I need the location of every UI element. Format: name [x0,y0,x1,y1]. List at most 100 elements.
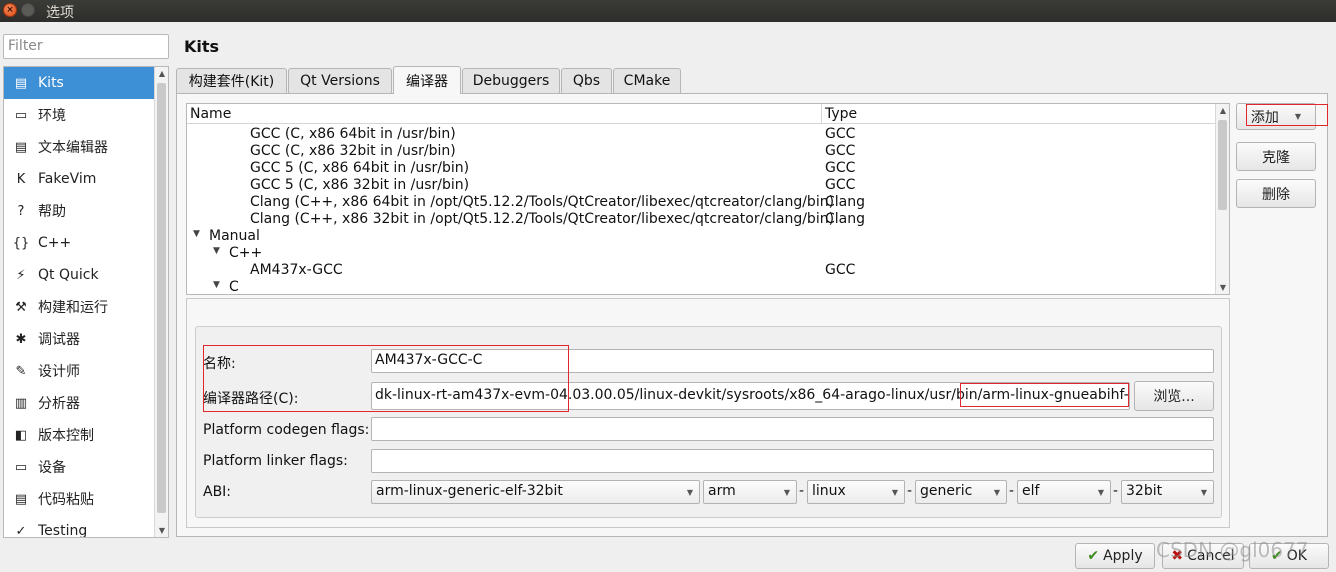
monitor-icon: ▭ [14,107,28,123]
tree-row[interactable]: AM437x-GCC GCC [187,262,1217,279]
expand-arrow-icon[interactable]: ▼ [193,229,200,239]
abi-width-value: 32bit [1126,483,1163,499]
sidebar-item-7[interactable]: ⚒ 构建和运行 [4,291,154,323]
sidebar-item-label: 分析器 [38,396,80,412]
codegen-flags-field[interactable] [371,417,1214,441]
tree-row-name: GCC 5 (C, x86 64bit in /usr/bin) [250,160,470,176]
sidebar-item-label: 帮助 [38,204,66,220]
tab-kits[interactable]: 构建套件(Kit) [176,68,287,93]
window-title: 选项 [46,5,74,21]
sidebar-item-10[interactable]: ▥ 分析器 [4,387,154,419]
name-field[interactable]: AM437x-GCC-C [371,349,1214,373]
tree-row[interactable]: ▼ C++ [187,245,1217,262]
paste-icon: ▤ [14,491,28,507]
chevron-down-icon: ▼ [1097,488,1104,497]
cancel-x-icon: ✖ [1171,548,1184,564]
abi-format-select[interactable]: elf ▼ [1017,480,1111,504]
scroll-thumb[interactable] [157,83,166,513]
scroll-up-arrow-icon[interactable]: ▲ [1218,106,1228,115]
abi-value: arm-linux-generic-elf-32bit [376,483,563,499]
sidebar-item-1[interactable]: ▭ 环境 [4,99,154,131]
sidebar-item-12[interactable]: ▭ 设备 [4,451,154,483]
sidebar-item-label: C++ [38,235,72,251]
sidebar-scrollbar[interactable]: ▲ ▼ [154,67,168,537]
close-window-button[interactable]: × [3,3,17,17]
scroll-down-arrow-icon[interactable]: ▼ [1218,283,1228,292]
tree-row-type: GCC [825,126,856,142]
compiler-path-field[interactable]: dk-linux-rt-am437x-evm-04.03.00.05/linux… [371,382,1130,410]
tree-row[interactable]: ▼ C [187,279,1217,294]
cancel-label: Cancel [1187,548,1235,564]
tree-row-name: C++ [229,245,263,261]
sidebar-item-14[interactable]: ✓ Testing [4,515,154,537]
tree-scrollbar[interactable]: ▲ ▼ [1215,104,1229,294]
abi-os-select[interactable]: linux ▼ [807,480,905,504]
scroll-up-arrow-icon[interactable]: ▲ [157,69,167,78]
abi-select[interactable]: arm-linux-generic-elf-32bit ▼ [371,480,700,504]
column-type-header[interactable]: Type [825,106,857,122]
sidebar-item-5[interactable]: {} C++ [4,227,154,259]
sidebar-item-13[interactable]: ▤ 代码粘贴 [4,483,154,515]
tree-row-name: Clang (C++, x86 32bit in /opt/Qt5.12.2/T… [250,211,835,227]
tree-row[interactable]: GCC 5 (C, x86 32bit in /usr/bin) GCC [187,177,1217,194]
sidebar-item-label: 构建和运行 [38,300,108,316]
scroll-thumb[interactable] [1218,120,1227,210]
abi-arch-select[interactable]: arm ▼ [703,480,797,504]
compiler-tree: Name Type GCC (C, x86 64bit in /usr/bin)… [186,103,1230,295]
chevron-down-icon: ▼ [993,488,1000,497]
tree-row[interactable]: GCC (C, x86 64bit in /usr/bin) GCC [187,126,1217,143]
clone-button[interactable]: 克隆 [1236,142,1316,171]
tree-row-type: GCC [825,262,856,278]
abi-label: ABI: [203,484,232,500]
tree-row[interactable]: Clang (C++, x86 32bit in /opt/Qt5.12.2/T… [187,211,1217,228]
abi-flavor-select[interactable]: generic ▼ [915,480,1007,504]
cancel-button[interactable]: ✖ Cancel [1162,543,1244,569]
tree-row-name: AM437x-GCC [250,262,343,278]
sidebar-item-8[interactable]: ✱ 调试器 [4,323,154,355]
tree-row[interactable]: GCC 5 (C, x86 64bit in /usr/bin) GCC [187,160,1217,177]
sidebar-item-label: 代码粘贴 [38,492,94,508]
minimize-window-button[interactable] [21,3,35,17]
abi-flavor-value: generic [920,483,973,499]
sidebar-item-3[interactable]: K FakeVim [4,163,154,195]
linker-flags-field[interactable] [371,449,1214,473]
checkmark-icon: ✔ [1087,548,1100,564]
remove-button[interactable]: 删除 [1236,179,1316,208]
add-button[interactable]: 添加 ▼ [1236,103,1316,130]
tab-qt-versions[interactable]: Qt Versions [288,68,392,93]
tree-row-type: GCC [825,177,856,193]
sidebar-item-11[interactable]: ◧ 版本控制 [4,419,154,451]
abi-width-select[interactable]: 32bit ▼ [1121,480,1214,504]
apply-button[interactable]: ✔ Apply [1075,543,1155,569]
sidebar-item-6[interactable]: ⚡ Qt Quick [4,259,154,291]
scroll-down-arrow-icon[interactable]: ▼ [157,526,167,535]
sidebar-item-4[interactable]: ? 帮助 [4,195,154,227]
tree-row[interactable]: ▼ Manual [187,228,1217,245]
abi-format-value: elf [1022,483,1040,499]
help-icon: ? [17,203,25,219]
tab-debuggers[interactable]: Debuggers [462,68,560,93]
expand-arrow-icon[interactable]: ▼ [213,280,220,290]
browse-button[interactable]: 浏览... [1134,381,1214,411]
column-name-header[interactable]: Name [190,106,231,122]
ok-label: OK [1286,548,1307,564]
tree-row[interactable]: GCC (C, x86 32bit in /usr/bin) GCC [187,143,1217,160]
text-editor-icon: ▤ [14,139,28,155]
sidebar-item-2[interactable]: ▤ 文本编辑器 [4,131,154,163]
tree-row[interactable]: Clang (C++, x86 64bit in /opt/Qt5.12.2/T… [187,194,1217,211]
ok-button[interactable]: ✔ OK [1249,543,1329,569]
sidebar-item-9[interactable]: ✎ 设计师 [4,355,154,387]
codegen-flags-label: Platform codegen flags: [203,422,370,438]
braces-icon: {} [12,235,30,251]
tab-cmake[interactable]: CMake [613,68,681,93]
tab-compilers[interactable]: 编译器 [393,66,461,94]
filter-input[interactable]: Filter [3,34,169,59]
sidebar-item-0[interactable]: ▤ Kits [4,67,154,99]
tab-qbs[interactable]: Qbs [561,68,612,93]
chevron-down-icon: ▼ [1294,112,1302,121]
tree-row-type: GCC [825,160,856,176]
chevron-down-icon: ▼ [686,488,693,497]
expand-arrow-icon[interactable]: ▼ [213,246,220,256]
separator: - [907,483,913,499]
separator: - [1009,483,1015,499]
